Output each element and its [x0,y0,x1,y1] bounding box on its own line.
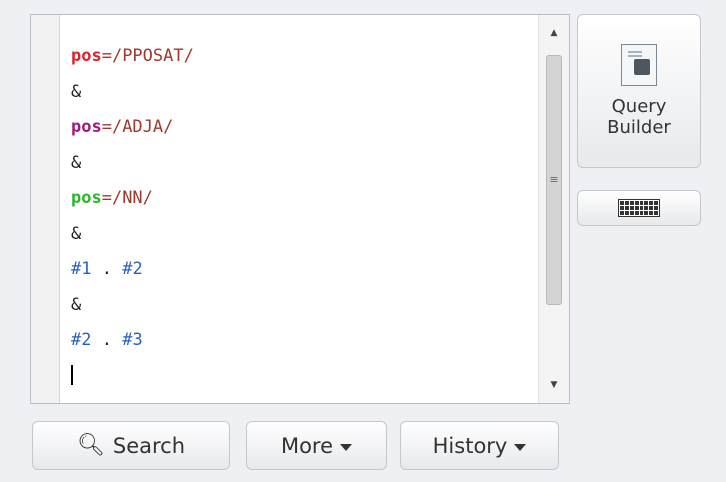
chevron-down-icon [514,443,527,451]
search-button[interactable]: 🔍︎ Search [32,421,230,470]
query-builder-button[interactable]: Query Builder [577,14,701,168]
grip-icon: ≡ [549,173,559,186]
query-code[interactable]: pos=/PPOSAT/ & pos=/ADJA/ & pos=/NN/ & #… [71,39,551,385]
more-dropdown-button[interactable]: More [246,421,387,470]
code-line-2: & [71,81,82,102]
query-builder-label-1: Query [611,96,667,117]
code-line-4: & [71,152,82,173]
history-label: History [432,433,508,458]
keyword-pos: pos [71,188,102,208]
search-icon: 🔍︎ [76,433,105,458]
ref-op: . [91,330,123,350]
value-text: =/NN/ [101,188,153,208]
code-line-7: #1 . #2 [71,252,551,288]
editor-gutter [31,15,60,403]
virtual-keyboard-button[interactable] [577,190,701,226]
keyword-pos: pos [71,117,102,137]
code-line-8: & [71,294,82,315]
text-cursor [71,364,73,385]
icon-line [628,51,642,53]
query-builder-label-2: Builder [607,117,671,138]
ref-b: #2 [122,259,143,279]
ref-a: #2 [71,330,92,350]
vertical-scrollbar[interactable]: ▲ ≡ ▼ [538,15,569,403]
ref-a: #1 [71,259,92,279]
code-line-1: pos=/PPOSAT/ [71,39,551,75]
query-editor[interactable]: pos=/PPOSAT/ & pos=/ADJA/ & pos=/NN/ & #… [30,14,570,404]
scroll-thumb[interactable]: ≡ [546,55,562,305]
ref-op: . [91,259,123,279]
code-line-5: pos=/NN/ [71,181,551,217]
keyword-pos: pos [71,46,102,66]
scroll-up-arrow-icon[interactable]: ▲ [539,19,569,47]
code-line-6: & [71,223,82,244]
chevron-down-icon [340,443,353,451]
magnifier-glyph [634,59,650,75]
scroll-down-arrow-icon[interactable]: ▼ [539,371,569,399]
code-line-3: pos=/ADJA/ [71,110,551,146]
keyboard-icon [618,199,660,217]
value-text: =/ADJA/ [101,117,174,137]
history-dropdown-button[interactable]: History [400,421,559,470]
query-builder-icon [621,44,657,86]
search-label: Search [112,433,186,458]
more-label: More [280,433,334,458]
code-line-9: #2 . #3 [71,323,551,359]
icon-line [628,55,642,57]
value-text: =/PPOSAT/ [101,46,194,66]
ref-b: #3 [122,330,143,350]
